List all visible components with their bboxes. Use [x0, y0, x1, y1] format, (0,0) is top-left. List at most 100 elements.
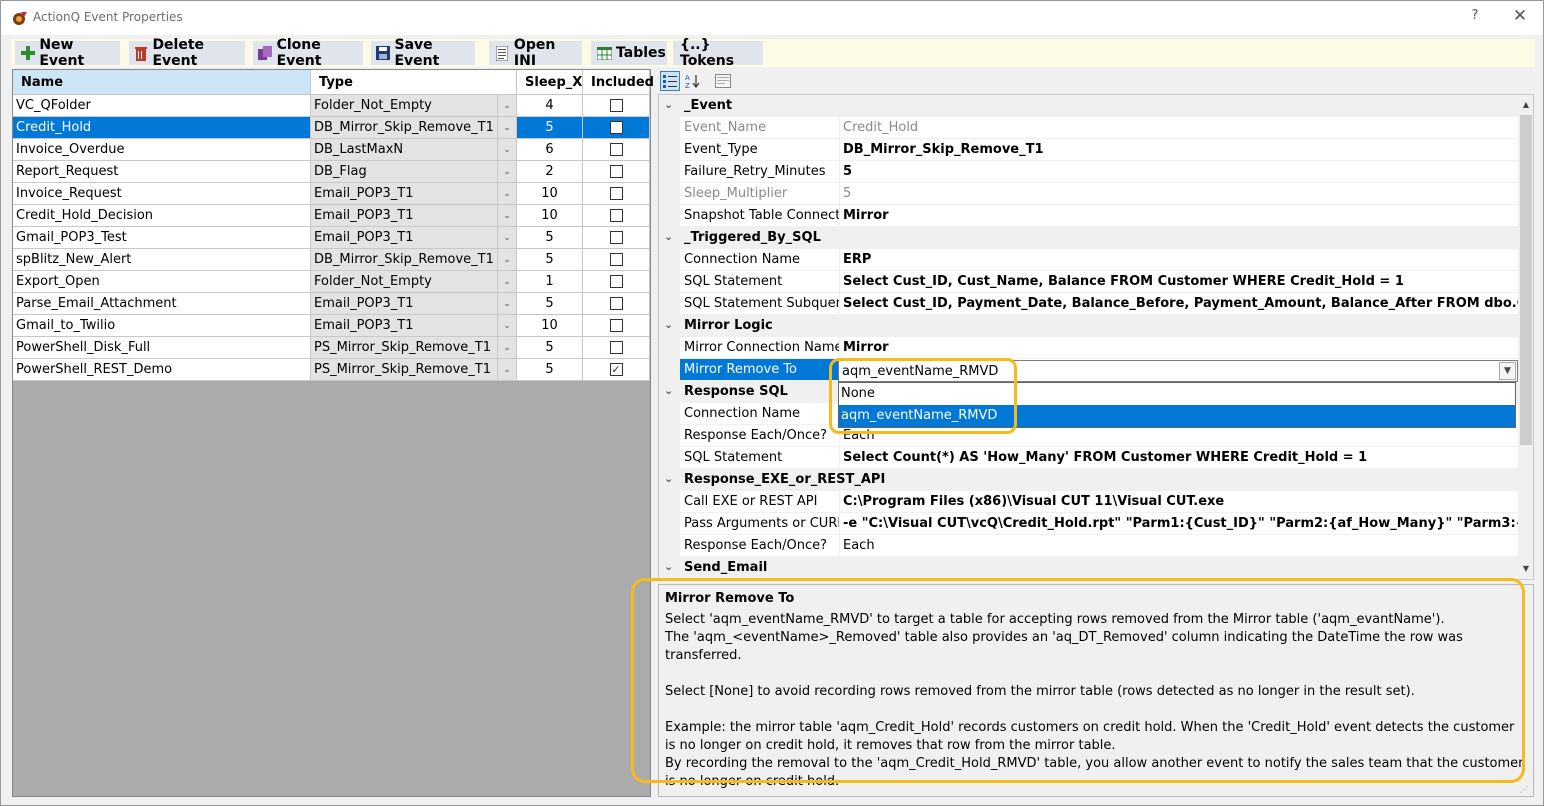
property-value[interactable]: Select Count(*) AS 'How_Many' FROM Custo… [840, 447, 1519, 469]
property-row[interactable]: Event_Name Credit_Hold [659, 117, 1519, 139]
clone-event-button[interactable]: Clone Event [253, 37, 363, 69]
property-category[interactable]: ⌄ Mirror Logic [659, 315, 1519, 337]
property-name[interactable]: Connection Name [680, 249, 840, 271]
included-checkbox[interactable]: ✓ [609, 363, 623, 376]
cell-included[interactable] [583, 161, 650, 183]
column-header-sleep[interactable]: Sleep_X [517, 70, 583, 95]
property-row[interactable]: Snapshot Table ConnectionMirror [659, 205, 1519, 227]
table-row[interactable]: Export_Open Folder_Not_Empty ⌄ 1 [13, 271, 650, 293]
property-name[interactable]: SQL Statement [680, 271, 840, 293]
cell-name[interactable]: Parse_Email_Attachment [13, 293, 311, 315]
cell-name[interactable]: VC_QFolder [13, 95, 311, 117]
cell-type[interactable]: Folder_Not_Empty [311, 271, 517, 293]
collapse-chevron-icon[interactable]: ⌄ [664, 230, 673, 243]
table-row[interactable]: Credit_Hold_Decision Email_POP3_T1 ⌄ 10 [13, 205, 650, 227]
cell-type[interactable]: DB_Flag [311, 161, 517, 183]
property-name[interactable]: Event_Name [680, 117, 840, 139]
cell-included[interactable] [583, 183, 650, 205]
tokens-button[interactable]: {..} Tokens [673, 37, 763, 69]
cell-name[interactable]: Credit_Hold [13, 117, 311, 139]
cell-included[interactable] [583, 271, 650, 293]
property-value[interactable]: ERP [840, 249, 1519, 271]
cell-type[interactable]: Email_POP3_T1 [311, 315, 517, 337]
cell-name[interactable]: Gmail_POP3_Test [13, 227, 311, 249]
cell-sleep[interactable]: 5 [517, 359, 583, 381]
property-name[interactable]: Call EXE or REST API [680, 491, 840, 513]
included-checkbox[interactable] [609, 143, 623, 156]
property-category[interactable]: ⌄ Response_EXE_or_REST_API [659, 469, 1519, 491]
cell-included[interactable] [583, 227, 650, 249]
included-checkbox[interactable] [609, 253, 623, 266]
included-checkbox[interactable] [609, 99, 623, 112]
chevron-down-icon[interactable]: ⌄ [497, 183, 517, 205]
table-row[interactable]: VC_QFolder Folder_Not_Empty ⌄ 4 [13, 95, 650, 117]
property-name[interactable]: Pass Arguments or CURL Options [680, 513, 840, 535]
property-value[interactable]: 5 [840, 183, 1519, 205]
column-header-name[interactable]: Name [13, 70, 311, 95]
chevron-down-icon[interactable]: ⌄ [497, 293, 517, 315]
property-row[interactable]: Call EXE or REST API C:\Program Files (x8… [659, 491, 1519, 513]
property-name[interactable]: SQL Statement [680, 447, 840, 469]
table-row[interactable]: PowerShell_Disk_Full PS_Mirror_Skip_Remov… [13, 337, 650, 359]
cell-sleep[interactable]: 5 [517, 293, 583, 315]
cell-type[interactable]: Folder_Not_Empty [311, 95, 517, 117]
resize-grip-icon[interactable]: ⋰ [1520, 785, 1529, 794]
cell-included[interactable] [583, 337, 650, 359]
property-name[interactable]: Sleep_Multiplier [680, 183, 840, 205]
chevron-down-icon[interactable]: ⌄ [497, 117, 517, 139]
table-row[interactable]: Credit_Hold DB_Mirror_Skip_Remove_T1 ⌄ 5 [13, 117, 650, 139]
chevron-down-icon[interactable]: ⌄ [497, 249, 517, 271]
table-row[interactable]: PowerShell_REST_Demo PS_Mirror_Skip_Remov… [13, 359, 650, 381]
included-checkbox[interactable] [609, 341, 623, 354]
cell-included[interactable] [583, 315, 650, 337]
scroll-up-icon[interactable]: ▲ [1518, 97, 1533, 113]
property-value[interactable]: Each [840, 535, 1519, 557]
cell-included[interactable] [583, 117, 650, 139]
scrollbar-thumb[interactable] [1520, 115, 1532, 445]
cell-sleep[interactable]: 5 [517, 337, 583, 359]
property-row[interactable]: Pass Arguments or CURL Options-e "C:\Vis… [659, 513, 1519, 535]
property-category[interactable]: ⌄ Send_Email [659, 557, 1519, 579]
property-row[interactable]: Response Each/Once? Each [659, 535, 1519, 557]
property-row[interactable]: SQL Statement Subquery Select Cust_ID, Pa… [659, 293, 1519, 315]
cell-sleep[interactable]: 5 [517, 249, 583, 271]
cell-type[interactable]: PS_Mirror_Skip_Remove_T1 [311, 359, 517, 381]
cell-name[interactable]: Gmail_to_Twilio [13, 315, 311, 337]
cell-sleep[interactable]: 5 [517, 117, 583, 139]
property-name[interactable]: Response Each/Once? [680, 535, 840, 557]
cell-included[interactable] [583, 205, 650, 227]
collapse-chevron-icon[interactable]: ⌄ [664, 318, 673, 331]
delete-event-button[interactable]: Delete Event [129, 37, 245, 69]
cell-sleep[interactable]: 10 [517, 315, 583, 337]
help-button[interactable]: ? [1466, 8, 1484, 23]
property-name[interactable]: Connection Name [680, 403, 840, 425]
property-name[interactable]: Failure_Retry_Minutes [680, 161, 840, 183]
cell-included[interactable] [583, 293, 650, 315]
property-name[interactable]: SQL Statement Subquery [680, 293, 840, 315]
included-checkbox[interactable] [609, 275, 623, 288]
chevron-down-icon[interactable]: ⌄ [497, 271, 517, 293]
column-header-included[interactable]: Included [583, 70, 654, 95]
chevron-down-icon[interactable]: ⌄ [497, 315, 517, 337]
chevron-down-icon[interactable]: ⌄ [497, 359, 517, 381]
property-value[interactable]: -e "C:\Visual CUT\vcQ\Credit_Hold.rpt" "… [840, 513, 1519, 535]
cell-type[interactable]: Email_POP3_T1 [311, 227, 517, 249]
chevron-down-icon[interactable]: ⌄ [497, 139, 517, 161]
included-checkbox[interactable] [609, 165, 623, 178]
cell-type[interactable]: DB_Mirror_Skip_Remove_T1 [311, 249, 517, 271]
property-row[interactable]: Response Each/Once? Each [659, 425, 1519, 447]
cell-name[interactable]: Invoice_Request [13, 183, 311, 205]
property-row[interactable]: Connection Name ERP [659, 249, 1519, 271]
collapse-chevron-icon[interactable]: ⌄ [664, 98, 673, 111]
property-row[interactable]: Event_Type DB_Mirror_Skip_Remove_T1 [659, 139, 1519, 161]
scroll-down-icon[interactable]: ▼ [1518, 561, 1533, 577]
chevron-down-icon[interactable]: ▼ [1499, 362, 1516, 380]
chevron-down-icon[interactable]: ⌄ [497, 227, 517, 249]
new-event-button[interactable]: New Event [15, 37, 120, 69]
property-value[interactable]: 5 [840, 161, 1519, 183]
property-category[interactable]: ⌄ _Triggered_By_SQL [659, 227, 1519, 249]
cell-sleep[interactable]: 10 [517, 183, 583, 205]
cell-sleep[interactable]: 4 [517, 95, 583, 117]
close-button[interactable]: ✕ [1509, 6, 1531, 26]
table-row[interactable]: Report_Request DB_Flag ⌄ 2 [13, 161, 650, 183]
